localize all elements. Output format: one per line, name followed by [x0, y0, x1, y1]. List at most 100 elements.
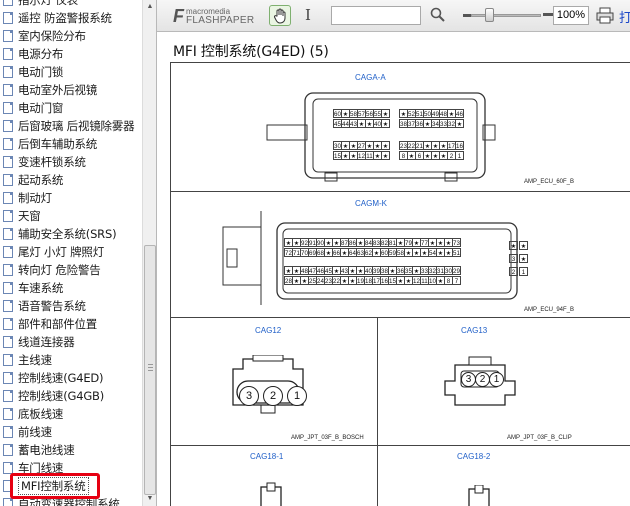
tree-item[interactable]: 遥控 防盗警报系统 — [0, 9, 142, 27]
connector-label[interactable]: CAG18-2 — [457, 452, 490, 461]
tree-item[interactable]: 起动系统 — [0, 171, 142, 189]
tree-item-label: 车门线速 — [18, 461, 64, 475]
tree-item-label: 自动变速器控制系统 — [18, 497, 120, 506]
zoom-track[interactable] — [471, 14, 541, 17]
zoom-thumb[interactable] — [485, 8, 494, 22]
tree-item[interactable]: 蓄电池线速 — [0, 441, 142, 459]
tree-item[interactable]: 转向灯 危险警告 — [0, 261, 142, 279]
pin-row: 15 ★ ★ 12 11 ★ ★ 8 ★ 6 ★ ★ ★ 2 1 — [333, 151, 464, 160]
pin-cell: 16 — [455, 141, 464, 150]
tree-item[interactable]: 语音警告系统 — [0, 297, 142, 315]
tree-item[interactable]: 部件和部件位置 — [0, 315, 142, 333]
tree-item-label: 后窗玻璃 后视镜除雾器 — [18, 119, 135, 133]
document-icon — [3, 246, 13, 258]
pin-row: ★ ★ 48 47 46 45 ★ 43 ★ ★ 40 39 38 ★ 36 35 ★ 33 32 31 30 29 — [284, 266, 461, 275]
document-icon — [3, 300, 13, 312]
tree-item[interactable]: 电动门锁 — [0, 63, 142, 81]
tree-item[interactable]: 主线速 — [0, 351, 142, 369]
side-pin: ★ — [519, 254, 528, 263]
document-icon — [3, 0, 13, 6]
print-icon[interactable] — [596, 7, 614, 24]
tree-item-label: 转向灯 危险警告 — [18, 263, 101, 277]
tree-item[interactable]: 指示灯 仪表 — [0, 0, 142, 9]
print-label[interactable]: 打 — [619, 7, 630, 26]
tree-item[interactable]: 后倒车辅助系统 — [0, 135, 142, 153]
document-view[interactable]: MFI 控制系统(G4ED) (5) CAGA-A 60 ★ 58 57 56 55 ★ ★ 5… — [157, 33, 630, 506]
document-icon — [3, 48, 13, 60]
tree-item[interactable]: 变速杆锁系统 — [0, 153, 142, 171]
document-icon — [3, 354, 13, 366]
row-divider — [170, 317, 630, 318]
tree-item-label: 车速系统 — [18, 281, 64, 295]
tree-item[interactable]: 电动室外后视镜 — [0, 81, 142, 99]
tree-item[interactable]: 控制线速(G4ED) — [0, 369, 142, 387]
search-input[interactable] — [331, 6, 421, 25]
page-title: MFI 控制系统(G4ED) (5) — [173, 44, 329, 60]
tree-item[interactable]: 前线速 — [0, 423, 142, 441]
tree-item-label: 电动门锁 — [18, 65, 64, 79]
pin-cell: 1 — [455, 151, 464, 160]
tree-item[interactable]: 车速系统 — [0, 279, 142, 297]
document-icon — [3, 84, 13, 96]
pin-cell: 46 — [455, 109, 464, 118]
pin-cell: 1 — [519, 267, 528, 276]
tree-scrollbar[interactable]: ▲ ▼ — [142, 0, 156, 506]
pin-cell: 2 — [509, 267, 518, 276]
tree-item[interactable]: MFI控制系统 — [0, 477, 142, 495]
scroll-up-arrow[interactable]: ▲ — [143, 0, 156, 14]
tree-item[interactable]: 车门线速 — [0, 459, 142, 477]
tree-item[interactable]: 室内保险分布 — [0, 27, 142, 45]
terminal-pin: 1 — [489, 372, 504, 387]
tree-item-label: 语音警告系统 — [18, 299, 86, 313]
document-icon — [3, 138, 13, 150]
pin-cell: ★ — [455, 119, 464, 128]
terminal-pin: 3 — [461, 372, 476, 387]
tree-item[interactable]: 尾灯 小灯 牌照灯 — [0, 243, 142, 261]
tree-item[interactable]: 制动灯 — [0, 189, 142, 207]
search-icon[interactable] — [429, 6, 447, 24]
connector-cag18-1-outline — [260, 482, 282, 506]
scroll-down-arrow[interactable]: ▼ — [143, 492, 156, 506]
terminal-pin: 2 — [263, 386, 283, 406]
connector-label[interactable]: CAG13 — [461, 326, 487, 335]
pin-cell: 29 — [452, 266, 461, 275]
pin-cell: 7 — [452, 276, 461, 285]
pin-cell: 73 — [452, 238, 461, 247]
document-icon — [3, 66, 13, 78]
tree-item[interactable]: 天窗 — [0, 207, 142, 225]
connector-label[interactable]: CAGM-K — [355, 199, 387, 208]
tree-item-label: 起动系统 — [18, 173, 64, 187]
document-icon — [3, 264, 13, 276]
tree-item[interactable]: 电动门窗 — [0, 99, 142, 117]
connector-label[interactable]: CAGA-A — [355, 73, 386, 82]
document-icon — [3, 174, 13, 186]
tree-item[interactable]: 辅助安全系统(SRS) — [0, 225, 142, 243]
pin-row: 60 ★ 58 57 56 55 ★ ★ 52 51 50 49 48 ★ 46 — [333, 109, 464, 118]
tree-item[interactable]: 电源分布 — [0, 45, 142, 63]
text-select-tool-icon[interactable]: I — [305, 6, 311, 24]
tree-item[interactable]: 控制线速(G4GB) — [0, 387, 142, 405]
scroll-thumb[interactable] — [144, 245, 156, 495]
connector-part-number: AMP_ECU_60F_B — [524, 179, 575, 185]
hand-tool-button[interactable] — [269, 5, 291, 26]
tree-item[interactable]: 自动变速器控制系统 — [0, 495, 142, 506]
connector-cag12-outline — [232, 355, 304, 414]
document-icon — [3, 192, 13, 204]
zoom-slider[interactable]: ▬ ▬ — [463, 6, 553, 24]
connector-label[interactable]: CAG12 — [255, 326, 281, 335]
connector-part-number: AMP_JPT_03F_B_BOSCH — [291, 435, 364, 441]
connector-cagm-k-outline — [222, 211, 518, 305]
pin-cell: 3 — [509, 254, 518, 263]
zoom-level-field[interactable]: 100% — [553, 6, 589, 25]
zoom-in-icon[interactable]: ▬ — [543, 8, 553, 19]
tree-item[interactable]: 底板线速 — [0, 405, 142, 423]
document-icon — [3, 120, 13, 132]
pin-cell: ★ — [509, 241, 518, 250]
document-icon — [3, 282, 13, 294]
document-icon — [3, 390, 13, 402]
tree-item[interactable]: 后窗玻璃 后视镜除雾器 — [0, 117, 142, 135]
connector-label[interactable]: CAG18-1 — [250, 452, 283, 461]
tree-item-label: 室内保险分布 — [18, 29, 86, 43]
tree-item[interactable]: 线道连接器 — [0, 333, 142, 351]
row-divider — [170, 191, 630, 192]
